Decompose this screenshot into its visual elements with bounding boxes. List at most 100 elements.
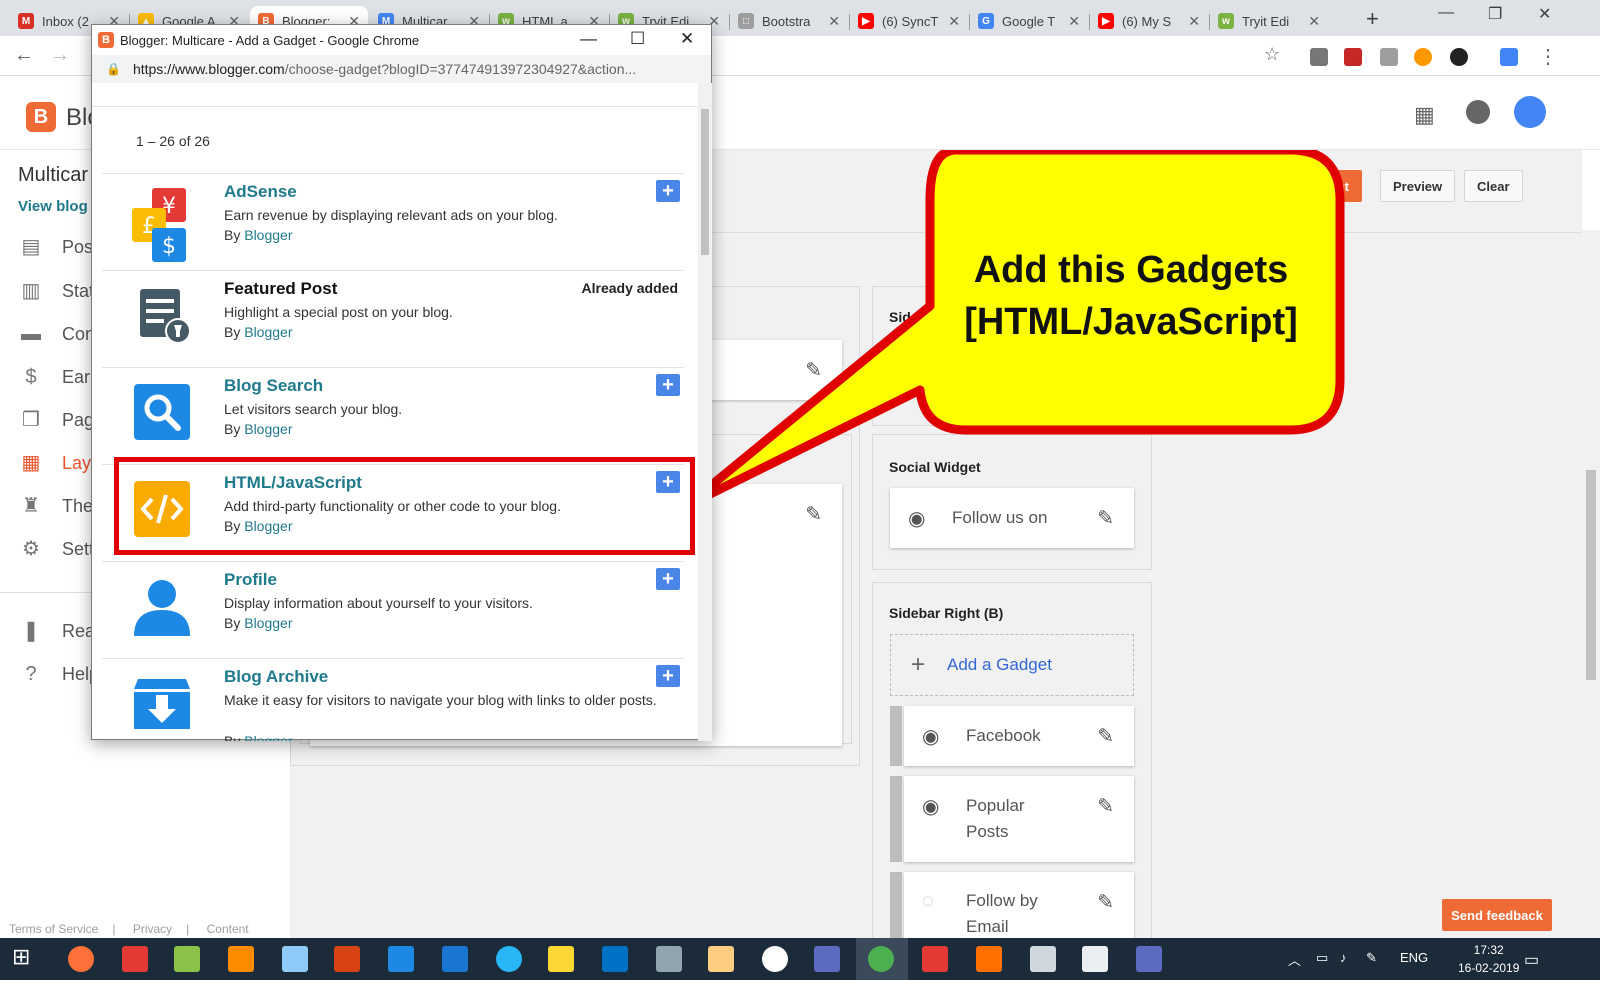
chrome-icon[interactable] (868, 946, 894, 972)
tab-close-icon[interactable]: ✕ (948, 13, 960, 30)
edit-pencil-icon[interactable]: ✎ (1097, 794, 1114, 819)
restore-window-icon[interactable]: ❐ (1488, 4, 1502, 24)
blogger-logo[interactable]: B (26, 102, 56, 132)
gadget-list-item[interactable]: Profile Display information about yoursel… (102, 561, 684, 658)
nav-item[interactable]: ⚙ Sett (20, 538, 94, 560)
edit-pencil-icon[interactable]: ✎ (1097, 890, 1114, 915)
hidden-eye-icon[interactable]: ◌ (922, 890, 948, 913)
facebook-gadget[interactable]: ◉ Facebook ✎ (890, 706, 1134, 766)
add-gadget-plus-button[interactable]: + (656, 568, 680, 590)
paint-icon[interactable] (388, 946, 414, 972)
computer-icon[interactable] (656, 946, 682, 972)
gadget-author-link[interactable]: Blogger (244, 615, 292, 631)
nav-item[interactable]: ▦ Layo (20, 452, 102, 474)
tab-close-icon[interactable]: ✕ (1308, 13, 1320, 30)
extension-red-icon[interactable] (1344, 48, 1362, 66)
tray-pen-icon[interactable]: ✎ (1366, 950, 1377, 966)
popup-close-icon[interactable]: ✕ (680, 29, 694, 49)
nav-item[interactable]: ▥ Stat (20, 280, 94, 302)
gadget-name[interactable]: Profile (224, 570, 277, 590)
tray-chevron-icon[interactable]: ︿ (1288, 950, 1301, 969)
edit-pencil-icon[interactable]: ✎ (1097, 724, 1114, 749)
add-gadget-plus-button[interactable]: + (656, 180, 680, 202)
close-window-icon[interactable]: ✕ (1538, 4, 1551, 24)
gadget-name[interactable]: Featured Post (224, 279, 337, 299)
firefox-icon[interactable] (68, 946, 94, 972)
nav-item[interactable]: ❚ Rea (20, 620, 95, 642)
nav-item[interactable]: ▤ Pos (20, 236, 93, 258)
windows-start-icon[interactable]: ⊞ (12, 944, 38, 970)
chrome-menu-icon[interactable]: ⋮ (1538, 44, 1558, 69)
new-tab-button[interactable]: + (1366, 6, 1379, 32)
blog-name[interactable]: Multicar (18, 164, 88, 187)
app-blue-icon[interactable] (282, 946, 308, 972)
popup-scrollbar[interactable] (698, 83, 712, 741)
calculator-icon[interactable] (1030, 946, 1056, 972)
popup-minimize-icon[interactable]: — (580, 29, 597, 49)
browser-tab[interactable]: G Google T ✕ (970, 6, 1088, 36)
app-shield-icon[interactable] (814, 946, 840, 972)
tab-close-icon[interactable]: ✕ (828, 13, 840, 30)
gadget-author-link[interactable]: Blogger (244, 227, 292, 243)
app-diamond-icon[interactable] (922, 946, 948, 972)
tray-volume-icon[interactable]: ♪ (1340, 950, 1347, 965)
tray-language[interactable]: ENG (1400, 950, 1428, 965)
app-orange-icon[interactable] (708, 946, 734, 972)
nav-item[interactable]: ▬ Con (20, 323, 95, 345)
page-scrollbar[interactable] (1582, 230, 1600, 956)
internet-explorer-icon[interactable] (496, 946, 522, 972)
tab-close-icon[interactable]: ✕ (1188, 13, 1200, 30)
app-red-icon[interactable] (122, 946, 148, 972)
add-gadget-plus-button[interactable]: + (656, 374, 680, 396)
browser-tab[interactable]: ▶ (6) My S ✕ (1090, 6, 1208, 36)
privacy-link[interactable]: Privacy (133, 922, 172, 936)
gadget-list-item[interactable]: Featured Post Highlight a special post on… (102, 270, 684, 367)
nav-item[interactable]: $ Earn (20, 366, 100, 388)
gadget-list-item[interactable]: Blog Search Let visitors search your blog… (102, 367, 684, 464)
browser-tab[interactable]: w Tryit Edi ✕ (1210, 6, 1328, 36)
nav-item[interactable]: ? Help (20, 663, 99, 685)
app-shield-2-icon[interactable] (1136, 946, 1162, 972)
nav-item[interactable]: ♜ The (20, 495, 93, 517)
add-gadget-button[interactable]: + Add a Gadget (890, 634, 1134, 696)
gadget-name[interactable]: AdSense (224, 182, 297, 202)
bookmark-star-icon[interactable]: ☆ (1264, 44, 1280, 65)
forward-icon[interactable]: → (50, 44, 70, 67)
browser-tab[interactable]: ▶ (6) SyncT ✕ (850, 6, 968, 36)
view-blog-link[interactable]: View blog (18, 198, 88, 215)
terms-link[interactable]: Terms of Service (9, 922, 98, 936)
gadget-author-link[interactable]: Blogger (244, 421, 292, 437)
add-gadget-plus-button[interactable]: + (656, 665, 680, 687)
account-avatar[interactable] (1514, 96, 1546, 128)
file-explorer-icon[interactable] (548, 946, 574, 972)
preview-button[interactable]: Preview (1380, 170, 1456, 202)
gadget-author-link[interactable]: Blogger (244, 733, 292, 741)
gadget-author-link[interactable]: Blogger (244, 324, 292, 340)
popular-posts-gadget[interactable]: ◉ Popular Posts ✎ (890, 776, 1134, 862)
outlook-icon[interactable] (602, 946, 628, 972)
gadget-list-item[interactable]: Blog Archive Make it easy for visitors to… (102, 658, 684, 741)
visible-eye-icon[interactable]: ◉ (922, 724, 948, 749)
tray-network-icon[interactable]: ▭ (1316, 950, 1328, 966)
clear-button[interactable]: Clear (1464, 170, 1523, 202)
popup-maximize-icon[interactable]: ☐ (630, 29, 645, 49)
notepad-plus-icon[interactable] (174, 946, 200, 972)
gadget-list-item[interactable]: ¥ £ $ AdSense Earn revenue by displaying rel… (102, 173, 684, 270)
tray-clock[interactable]: 17:32 16-02-2019 (1458, 941, 1519, 977)
notifications-icon[interactable] (1466, 100, 1490, 124)
action-center-icon[interactable]: ▭ (1524, 950, 1539, 970)
extension-cart-icon[interactable] (1380, 48, 1398, 66)
illustrator-icon[interactable] (976, 946, 1002, 972)
send-feedback-button[interactable]: Send feedback (1442, 899, 1552, 931)
extension-1b-icon[interactable] (1310, 48, 1328, 66)
profile-avatar-icon[interactable] (1500, 48, 1518, 66)
browser-tab[interactable]: □ Bootstra ✕ (730, 6, 848, 36)
visible-eye-icon[interactable]: ◉ (922, 794, 948, 819)
drag-handle[interactable] (890, 706, 902, 766)
nav-item[interactable]: ❐ Pag (20, 409, 94, 431)
gadget-name[interactable]: Blog Search (224, 376, 323, 396)
network-icon[interactable] (442, 946, 468, 972)
tab-close-icon[interactable]: ✕ (1068, 13, 1080, 30)
extension-k-icon[interactable] (1450, 48, 1468, 66)
player-icon[interactable] (762, 946, 788, 972)
